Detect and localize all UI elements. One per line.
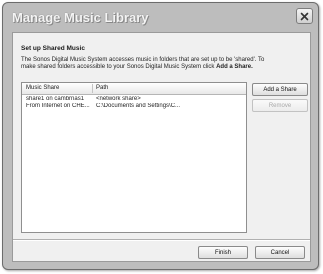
add-share-button[interactable]: Add a Share [252,83,308,96]
description-line-1: The Sonos Digital Music System accesses … [21,57,265,63]
music-share-list[interactable]: Music Share Path share1 on cambrnas1 <ne… [21,82,247,233]
description-line-2-text: make shared folders accessible to your S… [21,64,217,70]
section-heading: Set up Shared Music [21,45,85,52]
column-header-music-share[interactable]: Music Share [26,85,59,91]
footer-divider [13,239,310,241]
description-line-2: make shared folders accessible to your S… [21,64,311,71]
content-panel: Set up Shared Music The Sonos Digital Mu… [12,32,311,262]
manage-music-library-dialog: Manage Music Library Set up Shared Music… [2,2,319,270]
cell-path: <network share> [96,96,141,102]
dialog-title: Manage Music Library [12,10,149,25]
finish-button[interactable]: Finish [198,246,248,259]
list-row[interactable]: From Internet on CHE... C:\Documents and… [22,103,246,111]
column-separator[interactable] [92,84,93,93]
cancel-button[interactable]: Cancel [255,246,305,259]
cell-path: C:\Documents and Settings\C... [96,103,181,109]
list-header: Music Share Path [22,83,246,95]
close-icon [300,12,309,20]
description-text: The Sonos Digital Music System accesses … [21,57,311,71]
column-header-path[interactable]: Path [96,85,108,91]
remove-button[interactable]: Remove [252,99,308,112]
cell-music-share: From Internet on CHE... [26,103,90,109]
close-button[interactable] [296,8,313,24]
description-action-text: Add a Share. [216,64,253,70]
cell-music-share: share1 on cambrnas1 [26,96,85,102]
